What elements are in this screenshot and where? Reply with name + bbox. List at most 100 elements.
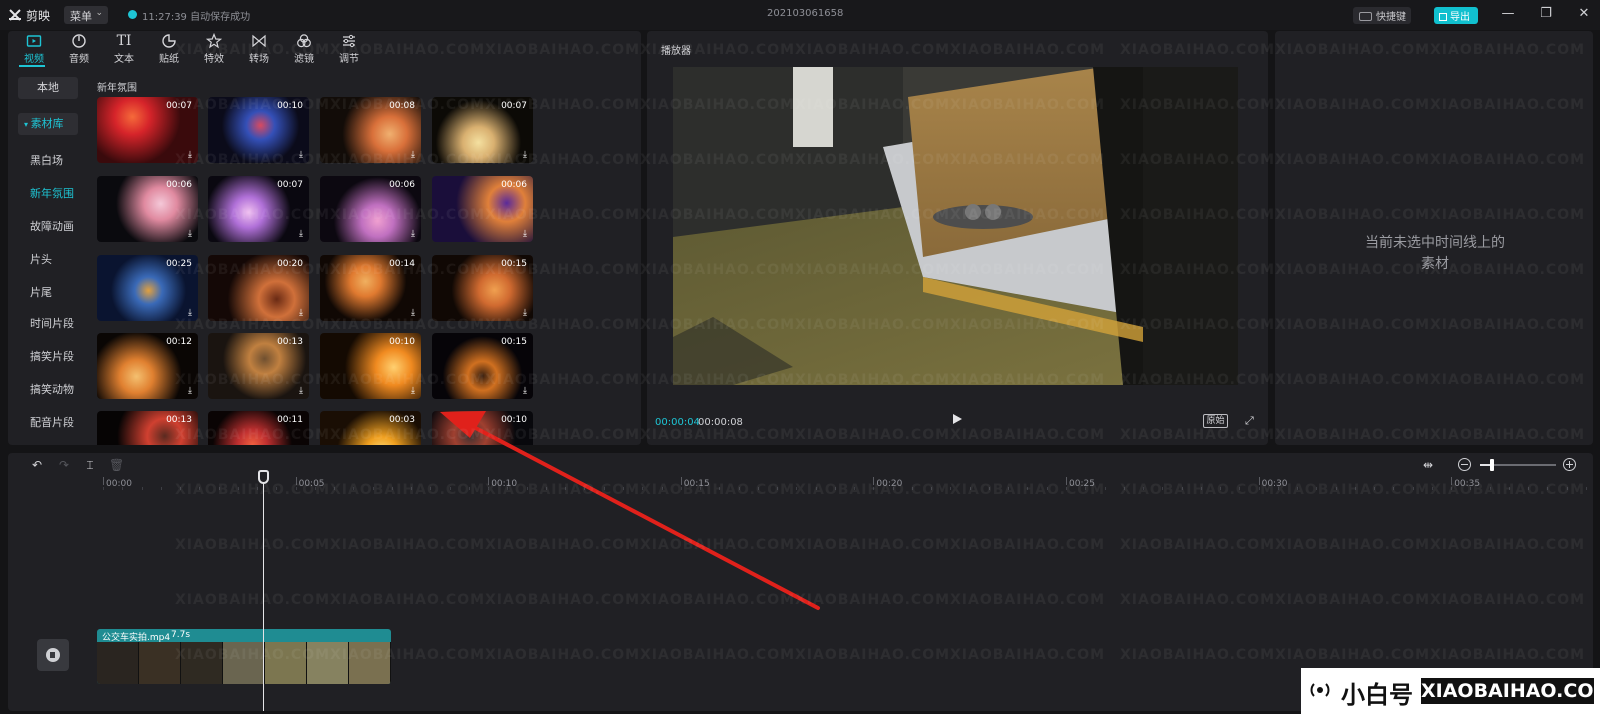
ruler-minor-tick <box>584 487 585 490</box>
media-thumbnail[interactable]: 00:07 ⤓ <box>432 97 533 163</box>
zoom-out-icon[interactable] <box>1458 458 1471 471</box>
media-thumbnail[interactable]: 00:07 ⤓ <box>208 176 309 242</box>
ruler-minor-tick <box>488 487 489 490</box>
thumbnail-duration: 00:07 <box>501 101 527 111</box>
media-thumbnail[interactable]: 00:25 ⤓ <box>97 255 198 321</box>
media-thumbnail[interactable]: 00:08 ⤓ <box>320 97 421 163</box>
ruler-label: 00:35 <box>1454 479 1481 489</box>
download-icon[interactable]: ⤓ <box>188 229 192 239</box>
media-thumbnail[interactable]: 00:20 ⤓ <box>208 255 309 321</box>
media-thumbnail[interactable]: 00:07 ⤓ <box>97 97 198 163</box>
media-thumbnail[interactable]: 00:15 ⤓ <box>432 333 533 399</box>
ruler-minor-tick <box>835 487 836 490</box>
properties-panel: 当前未选中时间线上的素材 <box>1275 31 1593 445</box>
fullscreen-icon[interactable]: ⤢ <box>1245 415 1257 427</box>
clip-frame <box>307 642 349 684</box>
ruler-minor-tick <box>1586 487 1587 490</box>
ratio-button[interactable]: 原始 <box>1203 414 1228 428</box>
download-icon[interactable]: ⤓ <box>523 308 527 318</box>
media-thumbnail[interactable]: 00:03 <box>320 411 421 445</box>
redo-icon[interactable]: ↷ <box>57 458 71 472</box>
menu-button[interactable]: 菜单 ⌄ <box>64 6 108 24</box>
split-icon[interactable]: ⌶ <box>83 458 97 472</box>
clip-duration: 7.7s <box>171 630 191 640</box>
media-thumbnail[interactable]: 00:12 ⤓ <box>97 333 198 399</box>
ruler-minor-tick <box>334 487 335 490</box>
media-thumbnail[interactable]: 00:06 ⤓ <box>320 176 421 242</box>
download-icon[interactable]: ⤓ <box>411 386 415 396</box>
download-icon[interactable]: ⤓ <box>299 229 303 239</box>
media-thumbnail[interactable]: 00:10 ⤓ <box>208 97 309 163</box>
media-thumbnail[interactable]: 00:15 ⤓ <box>432 255 533 321</box>
ruler-minor-tick <box>103 487 104 490</box>
watermark-cn: 小白号 <box>1341 681 1413 709</box>
maximize-icon[interactable]: ❐ <box>1538 6 1554 22</box>
ruler-minor-tick <box>777 487 778 490</box>
export-icon <box>1439 13 1447 21</box>
media-thumbnail[interactable]: 00:14 ⤓ <box>320 255 421 321</box>
download-icon[interactable]: ⤓ <box>188 308 192 318</box>
export-button[interactable]: 导出 <box>1434 7 1478 24</box>
timeline-ruler[interactable]: 00:00 00:05 00:10 00:15 00:20 00:25 00:30 00:35 <box>8 477 1593 491</box>
snap-icon[interactable]: ⇹ <box>1421 458 1435 472</box>
playhead-line[interactable] <box>263 477 264 711</box>
ruler-label: 00:10 <box>491 479 518 489</box>
download-icon[interactable]: ⤓ <box>523 386 527 396</box>
ruler-minor-tick <box>1220 487 1221 490</box>
download-icon[interactable]: ⤓ <box>299 308 303 318</box>
ruler-minor-tick <box>296 487 297 490</box>
zoom-slider[interactable] <box>1480 459 1556 471</box>
undo-icon[interactable]: ↶ <box>30 458 44 472</box>
ruler-major-tick <box>103 477 104 485</box>
media-thumbnail[interactable]: 00:11 <box>208 411 309 445</box>
zoom-slider-thumb[interactable] <box>1490 459 1494 471</box>
video-preview[interactable] <box>673 67 1238 385</box>
ruler-minor-tick <box>430 487 431 490</box>
delete-icon[interactable]: 🗑 <box>109 458 124 472</box>
media-thumbnail[interactable]: 00:13 ⤓ <box>208 333 309 399</box>
clip-frame <box>181 642 223 684</box>
play-icon[interactable] <box>950 412 964 426</box>
close-icon[interactable]: ✕ <box>1576 6 1592 22</box>
ruler-minor-tick <box>1027 487 1028 490</box>
download-icon[interactable]: ⤓ <box>523 150 527 160</box>
ruler-minor-tick <box>739 487 740 490</box>
timeline-clip[interactable]: 公交车实拍.mp4 7.7s <box>97 629 391 684</box>
thumbnail-duration: 00:11 <box>277 415 303 425</box>
ruler-minor-tick <box>527 487 528 490</box>
media-thumbnail[interactable]: 00:06 ⤓ <box>97 176 198 242</box>
ruler-minor-tick <box>1509 487 1510 490</box>
download-icon[interactable]: ⤓ <box>299 150 303 160</box>
media-thumbnail[interactable]: 00:13 <box>97 411 198 445</box>
thumbnail-duration: 00:20 <box>277 259 303 269</box>
download-icon[interactable]: ⤓ <box>299 386 303 396</box>
download-icon[interactable]: ⤓ <box>411 308 415 318</box>
menu-button-label: 菜单 <box>70 10 92 23</box>
thumbnail-duration: 00:07 <box>277 180 303 190</box>
download-icon[interactable]: ⤓ <box>411 150 415 160</box>
track-audio-toggle[interactable] <box>37 639 69 671</box>
player-title: 播放器 <box>661 46 691 57</box>
ruler-minor-tick <box>315 487 316 490</box>
ruler-minor-tick <box>893 487 894 490</box>
current-time: 00:00:04 <box>655 417 700 428</box>
media-thumbnail[interactable]: 00:10 ⤓ <box>320 333 421 399</box>
download-icon[interactable]: ⤓ <box>188 150 192 160</box>
ruler-major-tick <box>1066 477 1067 485</box>
media-thumbnail[interactable]: 00:06 ⤓ <box>432 176 533 242</box>
ruler-minor-tick <box>1239 487 1240 490</box>
minimize-icon[interactable]: — <box>1500 6 1516 22</box>
clip-frame <box>349 642 391 684</box>
thumbnail-duration: 00:03 <box>389 415 415 425</box>
download-icon[interactable]: ⤓ <box>411 229 415 239</box>
ruler-minor-tick <box>1297 487 1298 490</box>
watermark-badge: 小白号 XIAOBAIHAO.COM <box>1301 668 1600 714</box>
playhead-handle[interactable] <box>258 470 269 484</box>
download-icon[interactable]: ⤓ <box>523 229 527 239</box>
media-thumbnail[interactable]: 00:10 <box>432 411 533 445</box>
ruler-minor-tick <box>507 487 508 490</box>
timeline-toolbar: ↶ ↷ ⌶ 🗑 ⇹ <box>8 453 1593 477</box>
shortcut-button[interactable]: 快捷键 <box>1353 7 1411 24</box>
download-icon[interactable]: ⤓ <box>188 386 192 396</box>
zoom-in-icon[interactable] <box>1563 458 1576 471</box>
